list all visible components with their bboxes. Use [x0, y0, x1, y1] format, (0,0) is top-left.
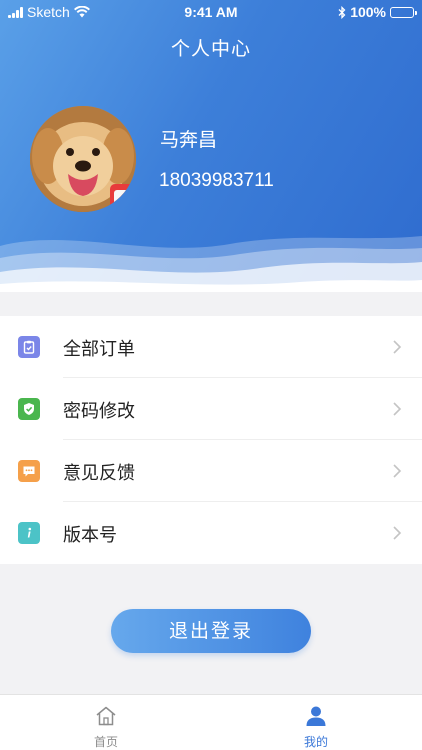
battery-group: 100%	[338, 4, 417, 20]
user-icon	[306, 706, 326, 726]
tab-home[interactable]: 首页	[66, 695, 146, 750]
tab-label: 首页	[93, 735, 118, 749]
status-bar: Sketch 9:41 AM 100%	[0, 0, 422, 24]
chevron-right-icon	[393, 526, 402, 540]
page-title: 个人中心	[170, 38, 251, 60]
tab-label: 我的	[303, 735, 328, 749]
battery-percent: 100%	[350, 4, 386, 20]
wave-decoration	[0, 236, 422, 292]
bluetooth-icon	[338, 5, 346, 19]
tab-bar: 首页 我的	[0, 694, 422, 750]
menu-item-password[interactable]: 密码修改	[0, 378, 422, 440]
menu-item-label: 意见反馈	[63, 463, 135, 484]
user-phone: 18039983711	[159, 170, 274, 191]
menu-item-orders[interactable]: 全部订单	[0, 316, 422, 378]
settings-menu: 全部订单 密码修改 意见反馈 版本号	[0, 316, 422, 564]
chevron-right-icon	[393, 402, 402, 416]
chevron-right-icon	[393, 340, 402, 354]
avatar[interactable]	[30, 106, 136, 212]
menu-item-label: 全部订单	[63, 339, 135, 360]
menu-item-label: 版本号	[63, 525, 117, 546]
profile-header: Sketch 9:41 AM 100% 个人中心 马奔昌 18039983711	[0, 0, 422, 292]
tab-mine[interactable]: 我的	[276, 695, 356, 750]
user-name: 马奔昌	[160, 129, 218, 151]
chevron-right-icon	[393, 464, 402, 478]
battery-icon	[390, 6, 417, 18]
puppy-photo	[30, 106, 136, 212]
message-icon	[18, 460, 40, 482]
info-icon	[18, 522, 40, 544]
shield-icon	[18, 398, 40, 420]
home-icon	[96, 706, 116, 726]
logout-button[interactable]: 退出登录	[111, 609, 311, 653]
clipboard-icon	[18, 336, 40, 358]
menu-item-label: 密码修改	[63, 401, 135, 422]
menu-item-feedback[interactable]: 意见反馈	[0, 440, 422, 502]
menu-item-version[interactable]: 版本号	[0, 502, 422, 564]
